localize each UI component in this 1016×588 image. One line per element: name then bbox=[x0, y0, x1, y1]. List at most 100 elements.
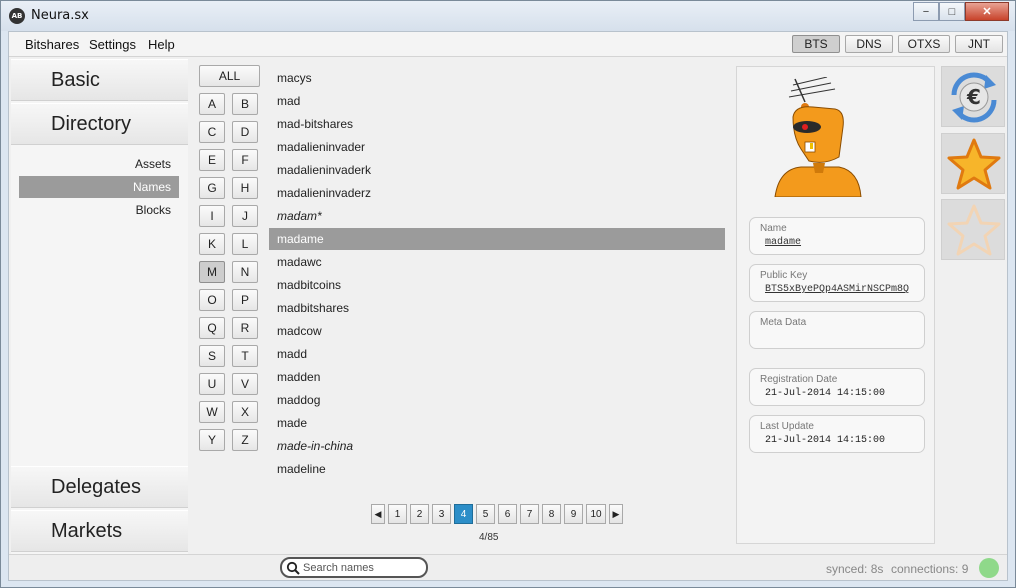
list-item[interactable]: madam* bbox=[269, 205, 725, 227]
letter-button-y[interactable]: Y bbox=[199, 429, 225, 451]
close-button[interactable]: ✕ bbox=[965, 2, 1009, 21]
name-detail-panel: Name madame Public Key BTS5xByePQp4ASMir… bbox=[736, 66, 935, 544]
registration-date-label: Registration Date bbox=[760, 374, 838, 385]
favorite-button[interactable] bbox=[941, 133, 1005, 194]
tab-otxs[interactable]: OTXS bbox=[898, 35, 950, 53]
connections-status: connections: 9 bbox=[891, 562, 969, 576]
sidebar-item-assets[interactable]: Assets bbox=[19, 153, 179, 175]
name-field-value[interactable]: madame bbox=[765, 237, 801, 248]
list-item[interactable]: madbitshares bbox=[269, 297, 725, 319]
letter-button-s[interactable]: S bbox=[199, 345, 225, 367]
list-item[interactable]: madawc bbox=[269, 251, 725, 273]
list-item[interactable]: mad-bitshares bbox=[269, 113, 725, 135]
letter-button-l[interactable]: L bbox=[232, 233, 258, 255]
public-key-value[interactable]: BTS5xByePQp4ASMirNSCPm8Q bbox=[765, 284, 909, 295]
page-button-10[interactable]: 10 bbox=[586, 504, 606, 524]
letter-button-q[interactable]: Q bbox=[199, 317, 225, 339]
tab-dns[interactable]: DNS bbox=[845, 35, 893, 53]
nav-basic[interactable]: Basic bbox=[11, 59, 188, 101]
maximize-button[interactable]: □ bbox=[939, 2, 965, 21]
letter-button-d[interactable]: D bbox=[232, 121, 258, 143]
list-item[interactable]: made-in-china bbox=[269, 435, 725, 457]
list-item[interactable]: madcow bbox=[269, 320, 725, 342]
list-item[interactable]: madden bbox=[269, 366, 725, 388]
letter-button-i[interactable]: I bbox=[199, 205, 225, 227]
sidebar-item-names[interactable]: Names bbox=[19, 176, 179, 198]
list-item[interactable]: madd bbox=[269, 343, 725, 365]
list-item[interactable]: madalieninvader bbox=[269, 136, 725, 158]
letter-button-j[interactable]: J bbox=[232, 205, 258, 227]
menu-settings[interactable]: Settings bbox=[89, 37, 136, 52]
nav-delegates-label: Delegates bbox=[51, 476, 142, 498]
nav-directory[interactable]: Directory bbox=[11, 103, 188, 145]
list-item[interactable]: macys bbox=[269, 67, 725, 89]
list-item[interactable]: madeline bbox=[269, 458, 725, 480]
title-bar[interactable]: AB Neura.sx − □ ✕ bbox=[1, 1, 1015, 31]
menu-bar: Bitshares Settings Help BTS DNS OTXS JNT bbox=[9, 32, 1007, 57]
letter-button-c[interactable]: C bbox=[199, 121, 225, 143]
meta-data-field: Meta Data bbox=[749, 311, 925, 349]
pagination: ◀ 1 2 3 4 5 6 7 8 9 10 ▶ bbox=[371, 504, 623, 524]
tab-jnt[interactable]: JNT bbox=[955, 35, 1003, 53]
page-button-6[interactable]: 6 bbox=[498, 504, 517, 524]
prev-page-button[interactable]: ◀ bbox=[371, 504, 385, 524]
letter-button-x[interactable]: X bbox=[232, 401, 258, 423]
nav-directory-label: Directory bbox=[51, 113, 132, 135]
letter-button-g[interactable]: G bbox=[199, 177, 225, 199]
search-input[interactable] bbox=[303, 561, 423, 575]
page-button-9[interactable]: 9 bbox=[564, 504, 583, 524]
tab-bts[interactable]: BTS bbox=[792, 35, 840, 53]
page-count: 4/85 bbox=[479, 532, 499, 543]
letter-button-h[interactable]: H bbox=[232, 177, 258, 199]
window-title: Neura.sx bbox=[31, 8, 89, 23]
letter-button-b[interactable]: B bbox=[232, 93, 258, 115]
letter-button-n[interactable]: N bbox=[232, 261, 258, 283]
registration-date-field: Registration Date 21-Jul-2014 14:15:00 bbox=[749, 368, 925, 406]
letter-button-t[interactable]: T bbox=[232, 345, 258, 367]
page-button-3[interactable]: 3 bbox=[432, 504, 451, 524]
letter-button-a[interactable]: A bbox=[199, 93, 225, 115]
page-button-1[interactable]: 1 bbox=[388, 504, 407, 524]
nav-markets-label: Markets bbox=[51, 520, 123, 542]
next-page-button[interactable]: ▶ bbox=[609, 504, 623, 524]
letter-button-k[interactable]: K bbox=[199, 233, 225, 255]
currency-exchange-button[interactable]: € bbox=[941, 66, 1005, 127]
page-button-5[interactable]: 5 bbox=[476, 504, 495, 524]
letter-button-z[interactable]: Z bbox=[232, 429, 258, 451]
svg-text:€: € bbox=[966, 85, 981, 109]
nav-markets[interactable]: Markets bbox=[11, 510, 188, 552]
main-area: Bitshares Settings Help BTS DNS OTXS JNT… bbox=[8, 31, 1008, 581]
list-item[interactable]: made bbox=[269, 412, 725, 434]
last-update-label: Last Update bbox=[760, 421, 814, 432]
list-item[interactable]: madbitcoins bbox=[269, 274, 725, 296]
favorite-star-icon bbox=[947, 138, 1001, 190]
letter-button-p[interactable]: P bbox=[232, 289, 258, 311]
menu-help[interactable]: Help bbox=[148, 37, 175, 52]
letter-button-r[interactable]: R bbox=[232, 317, 258, 339]
list-item[interactable]: maddog bbox=[269, 389, 725, 411]
page-button-8[interactable]: 8 bbox=[542, 504, 561, 524]
currency-exchange-icon: € bbox=[951, 72, 997, 123]
unfavorite-button[interactable] bbox=[941, 199, 1005, 260]
letter-button-m[interactable]: M bbox=[199, 261, 225, 283]
menu-bitshares[interactable]: Bitshares bbox=[25, 37, 79, 52]
last-update-value: 21-Jul-2014 14:15:00 bbox=[765, 435, 886, 446]
letter-button-v[interactable]: V bbox=[232, 373, 258, 395]
public-key-label: Public Key bbox=[760, 270, 808, 281]
letter-button-o[interactable]: O bbox=[199, 289, 225, 311]
letter-button-f[interactable]: F bbox=[232, 149, 258, 171]
list-item[interactable]: mad bbox=[269, 90, 725, 112]
letter-button-e[interactable]: E bbox=[199, 149, 225, 171]
page-button-7[interactable]: 7 bbox=[520, 504, 539, 524]
letter-all-button[interactable]: ALL bbox=[199, 65, 260, 87]
minimize-button[interactable]: − bbox=[913, 2, 939, 21]
list-item[interactable]: madalieninvaderz bbox=[269, 182, 725, 204]
sidebar-item-blocks[interactable]: Blocks bbox=[19, 199, 179, 221]
list-item[interactable]: madalieninvaderk bbox=[269, 159, 725, 181]
letter-button-w[interactable]: W bbox=[199, 401, 225, 423]
letter-button-u[interactable]: U bbox=[199, 373, 225, 395]
page-button-2[interactable]: 2 bbox=[410, 504, 429, 524]
nav-delegates[interactable]: Delegates bbox=[11, 466, 188, 508]
list-item[interactable]: madame bbox=[269, 228, 725, 250]
page-button-4[interactable]: 4 bbox=[454, 504, 473, 524]
